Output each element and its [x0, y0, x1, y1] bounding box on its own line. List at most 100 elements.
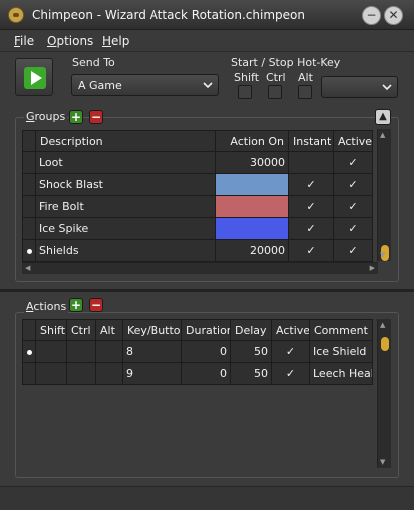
row-selector[interactable] — [22, 340, 36, 363]
group-action-on-cell[interactable] — [215, 195, 289, 218]
add-action-button[interactable]: + — [69, 298, 83, 312]
table-row[interactable]: Shock Blast ✓ ✓ — [22, 173, 373, 196]
add-group-button[interactable]: + — [69, 110, 83, 124]
scroll-up-arrow-icon[interactable]: ▲ — [380, 321, 385, 329]
table-row[interactable]: Loot 30000 ✓ — [22, 151, 373, 174]
start-button[interactable] — [15, 58, 53, 96]
action-comment-cell[interactable]: Leech Healt — [309, 362, 373, 385]
group-action-on-cell[interactable]: 20000 — [215, 239, 289, 262]
table-row[interactable]: Shields 20000 ✓ ✓ — [22, 239, 373, 262]
action-comment-cell[interactable]: Ice Shield — [309, 340, 373, 363]
play-icon — [24, 67, 46, 89]
row-selector[interactable] — [22, 173, 36, 196]
col-header-action-on[interactable]: Action On — [215, 130, 289, 152]
actions-vertical-scrollbar[interactable]: ▲ ▼ — [377, 319, 391, 468]
group-active-cell[interactable]: ✓ — [333, 217, 373, 240]
row-selector[interactable] — [22, 362, 36, 385]
row-selector[interactable] — [22, 195, 36, 218]
remove-action-button[interactable]: − — [89, 298, 103, 312]
group-instant-cell[interactable]: ✓ — [288, 195, 334, 218]
groups-table: Description Action On Instant Active Loo… — [22, 130, 373, 262]
actions-title: Actions — [24, 300, 69, 313]
action-ctrl-cell[interactable] — [66, 362, 96, 385]
row-header-corner — [22, 319, 36, 341]
group-active-cell[interactable]: ✓ — [333, 151, 373, 174]
action-key-cell[interactable]: 8 — [122, 340, 182, 363]
table-row[interactable]: 9 0 50 ✓ Leech Healt — [22, 362, 373, 385]
window-title: Chimpeon - Wizard Attack Rotation.chimpe… — [32, 8, 305, 22]
send-to-label: Send To — [72, 56, 115, 69]
group-active-cell[interactable]: ✓ — [333, 173, 373, 196]
col-header-alt[interactable]: Alt — [95, 319, 123, 341]
scroll-right-arrow-icon[interactable]: ▶ — [370, 264, 375, 272]
action-duration-cell[interactable]: 0 — [181, 340, 231, 363]
scroll-down-arrow-icon[interactable]: ▼ — [380, 251, 385, 259]
row-header-corner — [22, 130, 36, 152]
group-instant-cell[interactable]: ✓ — [288, 239, 334, 262]
action-delay-cell[interactable]: 50 — [230, 362, 272, 385]
menu-help[interactable]: Help — [102, 34, 129, 48]
group-active-cell[interactable]: ✓ — [333, 195, 373, 218]
actions-scroll-thumb[interactable] — [381, 337, 389, 351]
group-instant-cell[interactable] — [288, 151, 334, 174]
action-alt-cell[interactable] — [95, 362, 123, 385]
col-header-key-button[interactable]: Key/Button — [122, 319, 182, 341]
col-header-instant[interactable]: Instant — [288, 130, 334, 152]
col-header-ctrl[interactable]: Ctrl — [66, 319, 96, 341]
action-ctrl-cell[interactable] — [66, 340, 96, 363]
group-description-cell[interactable]: Loot — [35, 151, 216, 174]
row-selector[interactable] — [22, 239, 36, 262]
move-up-button[interactable]: ▲ — [375, 109, 391, 125]
group-description-cell[interactable]: Shock Blast — [35, 173, 216, 196]
close-button[interactable]: ✕ — [384, 6, 403, 25]
hotkey-alt-checkbox[interactable] — [298, 85, 312, 99]
remove-group-button[interactable]: − — [89, 110, 103, 124]
col-header-shift[interactable]: Shift — [35, 319, 67, 341]
group-description-cell[interactable]: Shields — [35, 239, 216, 262]
action-delay-cell[interactable]: 50 — [230, 340, 272, 363]
group-active-cell[interactable]: ✓ — [333, 239, 373, 262]
group-description-cell[interactable]: Ice Spike — [35, 217, 216, 240]
table-row[interactable]: Ice Spike ✓ ✓ — [22, 217, 373, 240]
hotkey-shift-checkbox[interactable] — [238, 85, 252, 99]
menu-file[interactable]: File — [14, 34, 34, 48]
action-duration-cell[interactable]: 0 — [181, 362, 231, 385]
hotkey-label: Start / Stop Hot-Key — [231, 56, 341, 69]
row-selector[interactable] — [22, 151, 36, 174]
minimize-button[interactable]: − — [362, 6, 381, 25]
action-shift-cell[interactable] — [35, 340, 67, 363]
col-header-comment[interactable]: Comment — [309, 319, 373, 341]
table-row[interactable]: 8 0 50 ✓ Ice Shield — [22, 340, 373, 363]
panel-splitter[interactable] — [0, 289, 414, 292]
col-header-delay[interactable]: Delay — [230, 319, 272, 341]
menu-options[interactable]: Options — [47, 34, 93, 48]
group-action-on-cell[interactable] — [215, 217, 289, 240]
hotkey-ctrl-checkbox[interactable] — [268, 85, 282, 99]
row-selector[interactable] — [22, 217, 36, 240]
send-to-dropdown[interactable]: A Game — [71, 74, 219, 96]
chevron-down-icon — [382, 84, 392, 91]
action-key-cell[interactable]: 9 — [122, 362, 182, 385]
hotkey-key-dropdown[interactable] — [321, 76, 398, 98]
group-instant-cell[interactable]: ✓ — [288, 217, 334, 240]
action-shift-cell[interactable] — [35, 362, 67, 385]
col-header-duration[interactable]: Duration — [181, 319, 231, 341]
action-active-cell[interactable]: ✓ — [271, 340, 310, 363]
scroll-down-arrow-icon[interactable]: ▼ — [380, 458, 385, 466]
action-alt-cell[interactable] — [95, 340, 123, 363]
table-row[interactable]: Fire Bolt ✓ ✓ — [22, 195, 373, 218]
groups-horizontal-scrollbar[interactable]: ◀ ▶ — [22, 262, 378, 274]
group-description-cell[interactable]: Fire Bolt — [35, 195, 216, 218]
current-row-indicator-icon — [26, 350, 32, 355]
chevron-down-icon — [203, 82, 213, 89]
col-header-active[interactable]: Active — [271, 319, 310, 341]
group-action-on-cell[interactable] — [215, 173, 289, 196]
col-header-description[interactable]: Description — [35, 130, 216, 152]
action-active-cell[interactable]: ✓ — [271, 362, 310, 385]
scroll-up-arrow-icon[interactable]: ▲ — [380, 131, 385, 139]
group-instant-cell[interactable]: ✓ — [288, 173, 334, 196]
groups-vertical-scrollbar[interactable]: ▲ ▼ — [377, 129, 391, 261]
group-action-on-cell[interactable]: 30000 — [215, 151, 289, 174]
scroll-left-arrow-icon[interactable]: ◀ — [25, 264, 30, 272]
col-header-active[interactable]: Active — [333, 130, 373, 152]
